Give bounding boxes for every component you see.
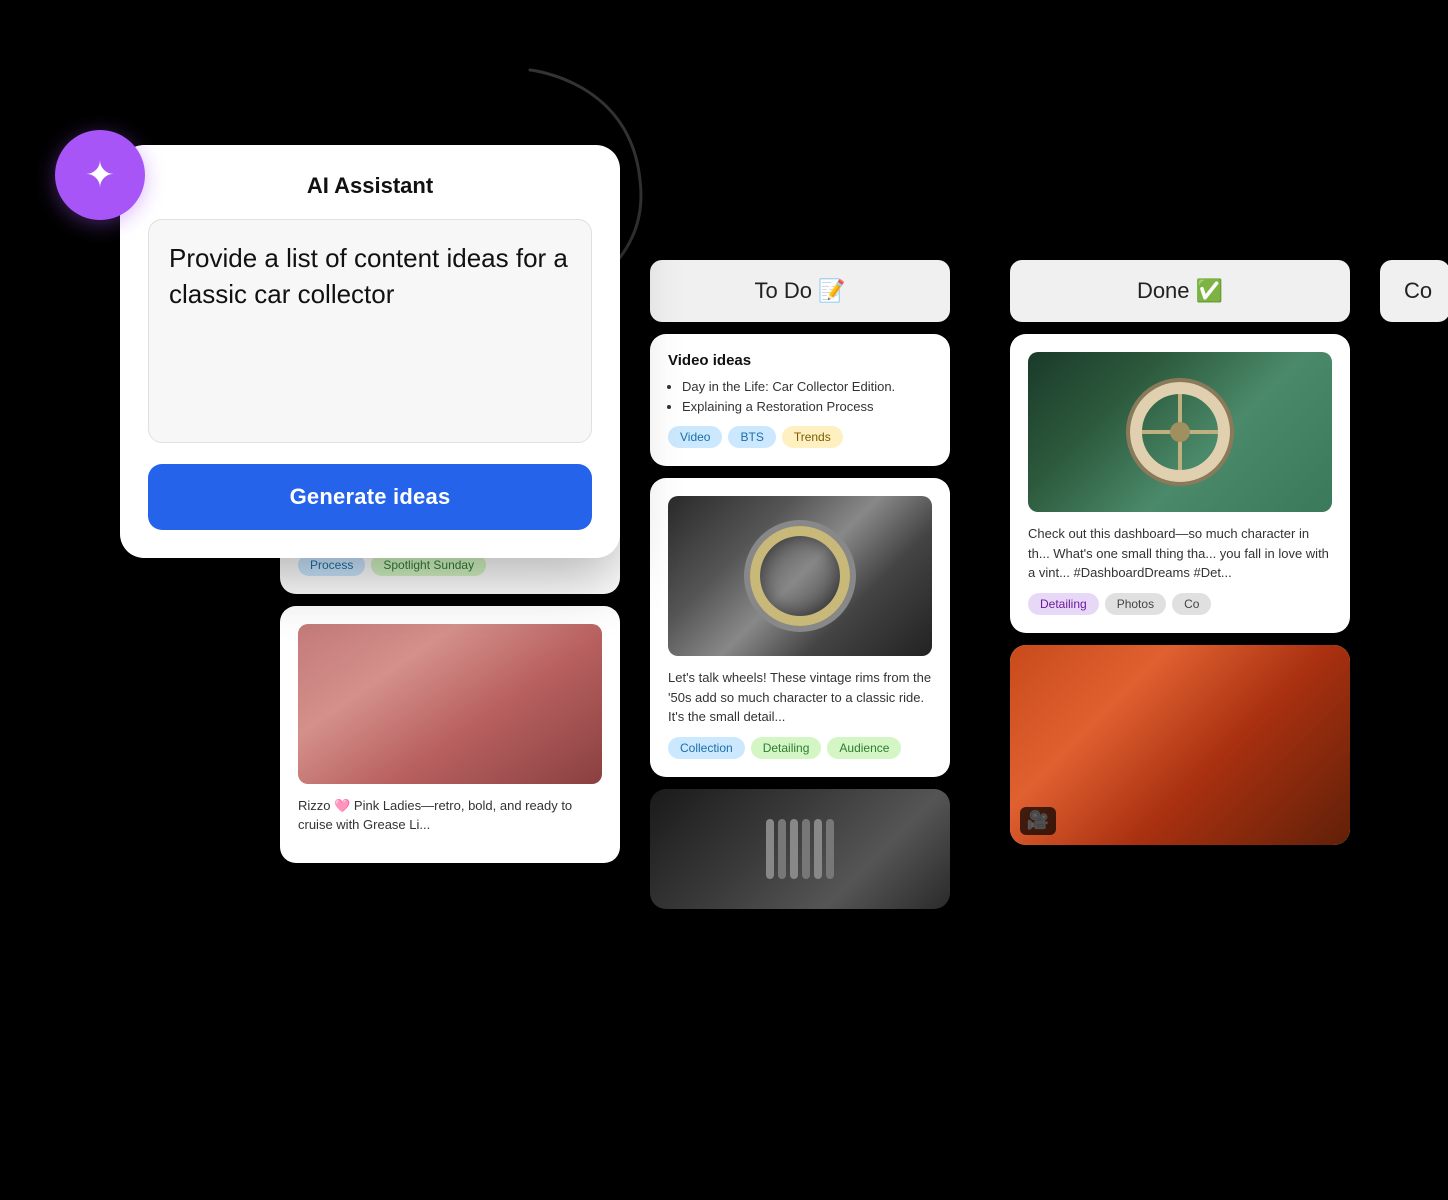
card-text-dashboard: Check out this dashboard—so much charact… [1028, 524, 1332, 583]
bullet-1: Day in the Life: Car Collector Edition. [682, 377, 932, 397]
card-image-dashboard [1028, 352, 1332, 512]
card-published-2: Rizzo 🩷 Pink Ladies—retro, bold, and rea… [280, 606, 620, 863]
card-video-tags: Video BTS Trends [668, 426, 932, 448]
bullet-2: Explaining a Restoration Process [682, 397, 932, 417]
card-image-orange-car: 🎥 [1010, 645, 1350, 845]
column-done: Done ✅ Check out this dashboard—so much … [1010, 260, 1350, 845]
card-image-pink-car [298, 624, 602, 784]
card-grill [650, 789, 950, 909]
sparkle-icon: ✦ [85, 154, 115, 196]
tag-detailing: Detailing [751, 737, 822, 759]
tag-video: Video [668, 426, 722, 448]
card-title-video-ideas: Video ideas [668, 352, 932, 369]
generate-ideas-button[interactable]: Generate ideas [148, 464, 592, 530]
card-image-wheel [668, 496, 932, 656]
card-text-rizzo: Rizzo 🩷 Pink Ladies—retro, bold, and rea… [298, 796, 602, 835]
col-done-header: Done ✅ [1010, 260, 1350, 322]
card-orange-car: 🎥 [1010, 645, 1350, 845]
column-right-partial: Co [1380, 260, 1448, 322]
card-video-ideas: Video ideas Day in the Life: Car Collect… [650, 334, 950, 466]
card-wheel-tags: Collection Detailing Audience [668, 737, 932, 759]
tag-audience: Audience [827, 737, 901, 759]
tag-trends: Trends [782, 426, 843, 448]
tag-bts: BTS [728, 426, 775, 448]
card-wheel: Let's talk wheels! These vintage rims fr… [650, 478, 950, 777]
ai-icon-button[interactable]: ✦ [55, 130, 145, 220]
card-bullets: Day in the Life: Car Collector Edition. … [682, 377, 932, 416]
card-dashboard: Check out this dashboard—so much charact… [1010, 334, 1350, 633]
col-todo-header: To Do 📝 [650, 260, 950, 322]
tag-photos: Photos [1105, 593, 1166, 615]
card-dashboard-tags: Detailing Photos Co [1028, 593, 1332, 615]
card-text-wheels: Let's talk wheels! These vintage rims fr… [668, 668, 932, 727]
ai-prompt-input[interactable]: Provide a list of content ideas for a cl… [148, 219, 592, 443]
tag-detailing-purple: Detailing [1028, 593, 1099, 615]
ai-panel-title: AI Assistant [148, 173, 592, 199]
ai-assistant-panel: AI Assistant Provide a list of content i… [120, 145, 620, 558]
column-todo: To Do 📝 Video ideas Day in the Life: Car… [650, 260, 950, 909]
tag-co: Co [1172, 593, 1211, 615]
tag-collection: Collection [668, 737, 745, 759]
